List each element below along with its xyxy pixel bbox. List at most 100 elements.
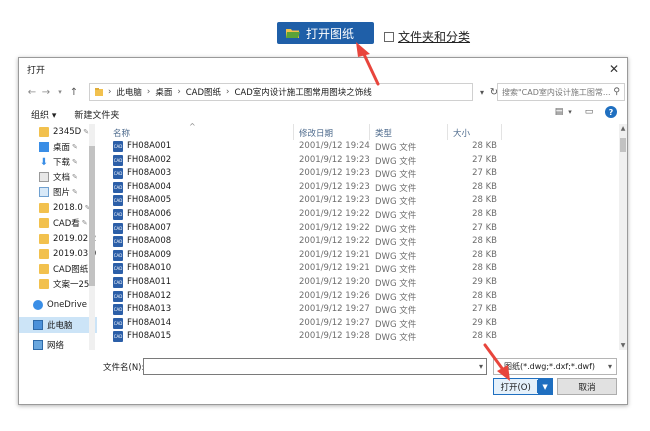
file-type: DWG 文件 <box>375 211 417 221</box>
organize-button[interactable]: 组织 ▾ <box>31 108 56 121</box>
file-date: 2001/9/12 19:23 <box>299 195 370 206</box>
up-arrow-icon[interactable]: ↑ <box>67 87 81 98</box>
file-row[interactable]: CAD FH08A011 2001/9/12 19:20 DWG 文件 29 KB <box>103 276 619 290</box>
scroll-up-icon[interactable]: ▲ <box>619 125 627 132</box>
sidebar-item[interactable]: 网络 <box>19 337 97 353</box>
file-row[interactable]: CAD FH08A006 2001/9/12 19:22 DWG 文件 28 KB <box>103 208 619 222</box>
file-row[interactable]: CAD FH08A009 2001/9/12 19:21 DWG 文件 28 KB <box>103 249 619 263</box>
file-name: FH08A009 <box>127 249 172 260</box>
file-row[interactable]: CAD FH08A008 2001/9/12 19:22 DWG 文件 28 KB <box>103 235 619 249</box>
dwg-file-icon: CAD <box>113 168 123 180</box>
dwg-file-icon: CAD <box>113 277 123 288</box>
file-size: 27 KB <box>472 168 497 179</box>
file-name: FH08A011 <box>127 277 172 287</box>
navigation-pane: 2345D ✎ 桌面 ✎ ⬇ 下载 ✎ 文档 ✎ 图片 ✎ 2018.0 ✎ CAD看 ✎ 20… <box>19 124 97 352</box>
open-drawing-label: 打开图纸 <box>306 26 355 41</box>
file-list-scrollbar[interactable]: ▲ ▼ <box>619 124 627 350</box>
documents-icon <box>39 172 49 182</box>
file-row[interactable]: CAD FH08A004 2001/9/12 19:23 DWG 文件 28 KB <box>103 181 619 195</box>
column-type[interactable]: 类型 <box>375 127 392 139</box>
sidebar-item[interactable]: 2018.0 ✎ <box>19 200 97 216</box>
file-row[interactable]: CAD FH08A001 2001/9/12 19:24 DWG 文件 28 KB <box>103 140 619 154</box>
file-row[interactable]: CAD FH08A002 2001/9/12 19:23 DWG 文件 27 KB <box>103 154 619 168</box>
sidebar-scroll-thumb[interactable] <box>89 146 95 286</box>
file-size: 27 KB <box>472 222 497 233</box>
file-list-scroll-thumb[interactable] <box>620 138 626 152</box>
dwg-file-icon: CAD <box>113 209 123 220</box>
sidebar-item[interactable]: CAD看 ✎ <box>19 215 97 231</box>
sidebar-item[interactable]: 文档 ✎ <box>19 169 97 185</box>
open-drawing-button[interactable]: 打开图纸 <box>277 22 374 44</box>
open-button[interactable]: 打开(O) ▼ <box>493 378 553 395</box>
filename-input[interactable]: ▾ <box>143 358 487 375</box>
folder-classify-option[interactable]: 文件夹和分类 <box>384 28 470 45</box>
sidebar-item[interactable]: 2345D ✎ <box>19 124 97 140</box>
file-name: FH08A003 <box>127 168 172 179</box>
folder-icon <box>39 234 49 244</box>
file-type: DWG 文件 <box>375 251 417 262</box>
file-date: 2001/9/12 19:28 <box>299 331 370 342</box>
column-name[interactable]: 名称 <box>113 127 130 139</box>
view-mode-icon[interactable]: ▤ <box>553 106 565 118</box>
file-row[interactable]: CAD FH08A007 2001/9/12 19:22 DWG 文件 27 KB <box>103 222 619 236</box>
breadcrumb-item[interactable]: CAD室内设计施工图常用图块之饰线 <box>234 86 371 98</box>
file-row[interactable]: CAD FH08A010 2001/9/12 19:21 DWG 文件 28 KB <box>103 262 619 276</box>
file-size: 28 KB <box>472 263 497 274</box>
sidebar-scrollbar[interactable] <box>89 124 95 350</box>
back-arrow-icon[interactable]: ← <box>25 87 39 98</box>
file-size: 29 KB <box>472 277 497 287</box>
filename-dropdown-icon[interactable]: ▾ <box>479 362 483 371</box>
sidebar-item[interactable]: CAD图纸 <box>19 261 97 277</box>
search-input[interactable]: 搜索"CAD室内设计施工图常... ⚲ <box>497 83 625 101</box>
sidebar-item[interactable]: 文案一25 <box>19 276 97 292</box>
sidebar-item[interactable]: 2019.02.2 <box>19 231 97 247</box>
sidebar-item[interactable]: 2019.03.0 <box>19 246 97 262</box>
sidebar-item[interactable]: ⬇ 下载 ✎ <box>19 154 97 170</box>
onedrive-icon <box>33 300 43 310</box>
cancel-button[interactable]: 取消 <box>557 378 617 395</box>
new-folder-button[interactable]: 新建文件夹 <box>74 108 119 121</box>
file-type: DWG 文件 <box>375 238 417 249</box>
file-date: 2001/9/12 19:21 <box>299 249 370 260</box>
file-row[interactable]: CAD FH08A015 2001/9/12 19:28 DWG 文件 28 KB <box>103 330 619 344</box>
file-row[interactable]: CAD FH08A014 2001/9/12 19:27 DWG 文件 29 KB <box>103 317 619 331</box>
sidebar-item[interactable]: 图片 ✎ <box>19 184 97 200</box>
file-size: 27 KB <box>472 154 497 165</box>
view-dropdown-icon[interactable]: ▾ <box>567 106 573 118</box>
file-date: 2001/9/12 19:23 <box>299 168 370 179</box>
file-date: 2001/9/12 19:22 <box>299 222 370 233</box>
help-icon[interactable]: ? <box>605 106 617 118</box>
file-date: 2001/9/12 19:22 <box>299 236 370 247</box>
file-row[interactable]: CAD FH08A013 2001/9/12 19:27 DWG 文件 27 KB <box>103 303 619 317</box>
scroll-down-icon[interactable]: ▼ <box>619 342 627 349</box>
close-icon[interactable]: ✕ <box>609 62 619 76</box>
file-name: FH08A014 <box>127 317 172 328</box>
forward-arrow-icon[interactable]: → <box>39 87 53 98</box>
file-row[interactable]: CAD FH08A003 2001/9/12 19:23 DWG 文件 27 KB <box>103 167 619 181</box>
desktop-icon <box>39 142 49 152</box>
column-date[interactable]: 修改日期 <box>299 127 333 139</box>
pin-icon: ✎ <box>72 173 78 181</box>
filetype-select[interactable]: 图纸(*.dwg;*.dxf;*.dwf) ▾ <box>493 358 617 375</box>
breadcrumb-item[interactable]: 此电脑 <box>116 86 142 98</box>
breadcrumb-item[interactable]: CAD图纸 <box>186 86 221 98</box>
sidebar-item[interactable]: 此电脑 <box>19 317 97 333</box>
file-date: 2001/9/12 19:27 <box>299 304 370 315</box>
file-row[interactable]: CAD FH08A005 2001/9/12 19:23 DWG 文件 28 KB <box>103 194 619 208</box>
column-size[interactable]: 大小 <box>453 127 470 139</box>
breadcrumb-item[interactable]: 桌面 <box>155 86 172 98</box>
file-list: ^ 名称 修改日期 类型 大小 CAD FH08A001 2001/9/12 19:… <box>103 122 619 350</box>
sidebar-item[interactable]: OneDrive <box>19 297 97 313</box>
recent-dropdown-icon[interactable]: ▾ <box>53 88 67 96</box>
open-dropdown-icon[interactable]: ▼ <box>538 379 552 394</box>
folder-classify-checkbox[interactable] <box>384 31 394 42</box>
sort-up-icon: ^ <box>189 122 196 131</box>
dwg-file-icon: CAD <box>113 331 123 343</box>
address-bar[interactable]: › 此电脑 › 桌面 › CAD图纸 › CAD室内设计施工图常用图块之饰线 <box>89 83 473 101</box>
sidebar-item[interactable]: 桌面 ✎ <box>19 139 97 155</box>
file-row[interactable]: CAD FH08A012 2001/9/12 19:26 DWG 文件 28 KB <box>103 290 619 304</box>
filetype-dropdown-icon: ▾ <box>607 362 612 371</box>
preview-pane-icon[interactable]: ▭ <box>583 106 595 118</box>
file-name: FH08A001 <box>127 141 172 151</box>
file-date: 2001/9/12 19:23 <box>299 181 370 192</box>
